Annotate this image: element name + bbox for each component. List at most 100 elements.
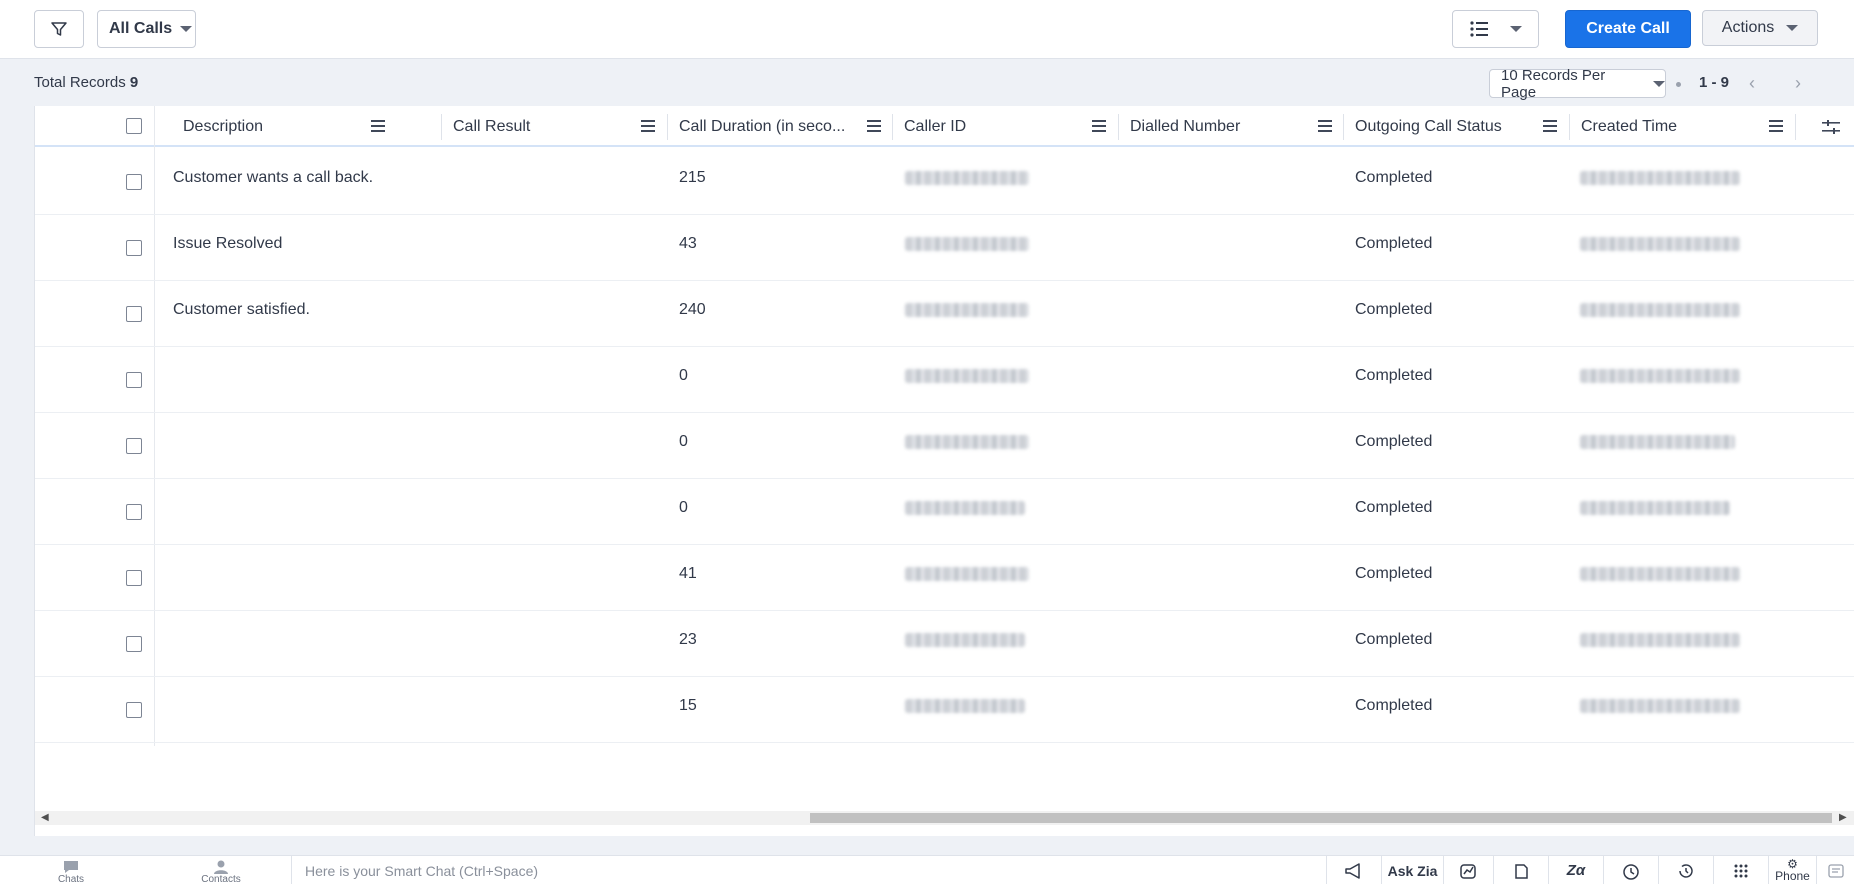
row-checkbox[interactable] xyxy=(126,438,142,454)
scroll-left-icon[interactable]: ◀ xyxy=(41,811,49,825)
cell-call-duration: 0 xyxy=(679,367,688,384)
column-header-label: Outgoing Call Status xyxy=(1355,117,1502,135)
chart-badge-icon xyxy=(1459,863,1476,879)
column-settings-button[interactable] xyxy=(1822,120,1840,139)
row-checkbox[interactable] xyxy=(126,306,142,322)
actions-label: Actions xyxy=(1721,19,1775,36)
table-row[interactable]: 0 Completed xyxy=(35,479,1854,545)
phone-label: Phone xyxy=(1775,868,1810,883)
contacts-label: Contacts xyxy=(201,874,241,884)
cell-created-time-redacted xyxy=(1580,171,1740,185)
cell-created-time-redacted xyxy=(1580,501,1730,515)
cell-call-duration: 15 xyxy=(679,697,697,714)
row-checkbox[interactable] xyxy=(126,570,142,586)
view-select-label: All Calls xyxy=(109,20,173,37)
scrollbar-thumb[interactable] xyxy=(810,813,1832,823)
translate-button[interactable]: Zα xyxy=(1548,856,1603,884)
view-select[interactable]: All Calls xyxy=(97,10,196,48)
cell-outgoing-call-status: Completed xyxy=(1355,367,1433,384)
column-menu-icon[interactable] xyxy=(1543,120,1557,132)
apps-button[interactable] xyxy=(1713,856,1768,884)
translate-icon: Zα xyxy=(1566,862,1586,879)
cell-caller-id-redacted xyxy=(905,501,1025,515)
table-row[interactable]: 15 Completed xyxy=(35,677,1854,743)
cell-created-time-redacted xyxy=(1580,567,1740,581)
column-header-created-time[interactable]: Created Time xyxy=(1570,106,1795,147)
column-header-label: Description xyxy=(183,117,264,135)
cell-caller-id-redacted xyxy=(905,435,1029,449)
cell-caller-id-redacted xyxy=(905,369,1029,383)
select-all-checkbox[interactable] xyxy=(126,118,142,134)
recent-items-button[interactable] xyxy=(1658,856,1713,884)
total-records-count: 9 xyxy=(129,74,139,91)
table-row[interactable]: 0 Completed xyxy=(35,413,1854,479)
cell-created-time-redacted xyxy=(1580,369,1740,383)
chevron-down-icon xyxy=(180,26,193,32)
phone-button[interactable]: ⚙ Phone xyxy=(1768,856,1816,884)
feedback-button[interactable] xyxy=(1816,856,1854,884)
gear-icon: ⚙ xyxy=(1787,856,1798,871)
column-header-caller-id[interactable]: Caller ID xyxy=(893,106,1118,147)
column-header-call-duration[interactable]: Call Duration (in seco... xyxy=(668,106,893,147)
filter-button[interactable] xyxy=(34,10,84,48)
analytics-button[interactable] xyxy=(1443,856,1493,884)
person-icon xyxy=(214,860,228,874)
cell-description: Customer satisfied. xyxy=(173,301,310,318)
table-row[interactable]: Customer wants a call back. 215 Complete… xyxy=(35,149,1854,215)
separator-dot xyxy=(1676,82,1681,87)
column-header-outgoing-call-status[interactable]: Outgoing Call Status xyxy=(1344,106,1569,147)
records-per-page-label: 10 Records Per Page xyxy=(1501,66,1606,101)
smart-chat-input[interactable]: Here is your Smart Chat (Ctrl+Space) xyxy=(291,856,1326,884)
table-row[interactable]: Customer satisfied. 240 Completed xyxy=(35,281,1854,347)
actions-button[interactable]: Actions xyxy=(1702,10,1818,46)
column-menu-icon[interactable] xyxy=(641,120,655,132)
create-call-button[interactable]: Create Call xyxy=(1565,10,1691,48)
column-menu-icon[interactable] xyxy=(1092,120,1106,132)
horizontal-scrollbar[interactable]: ◀ ▶ xyxy=(35,811,1854,825)
column-menu-icon[interactable] xyxy=(371,120,385,132)
contacts-button[interactable]: Contacts xyxy=(198,856,244,884)
megaphone-icon xyxy=(1345,862,1360,879)
list-view-icon xyxy=(1469,21,1488,37)
reminders-button[interactable] xyxy=(1603,856,1658,884)
sliders-icon xyxy=(1822,120,1840,134)
column-menu-icon[interactable] xyxy=(867,120,881,132)
scroll-right-icon[interactable]: ▶ xyxy=(1839,811,1847,825)
row-checkbox[interactable] xyxy=(126,504,142,520)
row-checkbox[interactable] xyxy=(126,636,142,652)
cell-caller-id-redacted xyxy=(905,303,1029,317)
column-menu-icon[interactable] xyxy=(1769,120,1783,132)
announcement-button[interactable] xyxy=(1326,856,1381,884)
table-row[interactable]: 41 Completed xyxy=(35,545,1854,611)
chevron-down-icon xyxy=(1786,25,1799,31)
column-menu-icon[interactable] xyxy=(1318,120,1332,132)
ask-zia-button[interactable]: Ask Zia xyxy=(1381,856,1443,884)
column-header-call-result[interactable]: Call Result xyxy=(442,106,667,147)
cell-call-duration: 0 xyxy=(679,499,688,516)
table-row[interactable]: 23 Completed xyxy=(35,611,1854,677)
chevron-down-icon xyxy=(1653,80,1665,87)
cell-outgoing-call-status: Completed xyxy=(1355,169,1433,186)
column-header-dialled-number[interactable]: Dialled Number xyxy=(1119,106,1344,147)
previous-page-button[interactable]: ‹ xyxy=(1749,73,1755,94)
funnel-icon xyxy=(51,22,67,36)
row-checkbox[interactable] xyxy=(126,372,142,388)
records-per-page-select[interactable]: 10 Records Per Page xyxy=(1489,66,1666,101)
cell-outgoing-call-status: Completed xyxy=(1355,433,1433,450)
next-page-button[interactable]: › xyxy=(1795,73,1801,94)
table-row[interactable]: Issue Resolved 43 Completed xyxy=(35,215,1854,281)
notes-button[interactable] xyxy=(1493,856,1548,884)
cell-caller-id-redacted xyxy=(905,237,1029,251)
row-checkbox[interactable] xyxy=(126,702,142,718)
cell-caller-id-redacted xyxy=(905,699,1025,713)
column-header-description[interactable]: Description xyxy=(172,106,397,147)
table-row[interactable]: 0 Completed xyxy=(35,347,1854,413)
cell-call-duration: 240 xyxy=(679,301,706,318)
cell-caller-id-redacted xyxy=(905,567,1029,581)
chevron-left-icon: ‹ xyxy=(1749,73,1755,93)
cell-outgoing-call-status: Completed xyxy=(1355,697,1433,714)
chats-button[interactable]: Chats xyxy=(50,856,92,884)
layout-view-button[interactable] xyxy=(1452,10,1539,48)
row-checkbox[interactable] xyxy=(126,174,142,190)
row-checkbox[interactable] xyxy=(126,240,142,256)
